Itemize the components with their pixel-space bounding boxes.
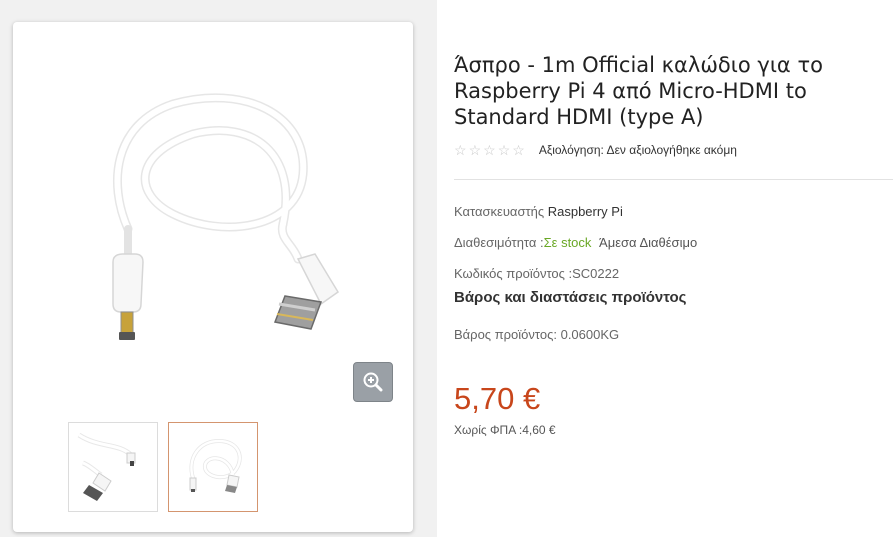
net-price-label: Χωρίς ΦΠΑ :	[454, 423, 523, 437]
rating-row: ☆ ☆ ☆ ☆ ☆ Αξιολόγηση: Δεν αξιολογήθηκε α…	[454, 143, 737, 157]
product-info-panel: Άσπρο - 1m Official καλώδιο για το Raspb…	[437, 0, 893, 537]
product-code-value: SC0222	[572, 266, 620, 281]
product-price: 5,70 €	[454, 381, 541, 416]
weight-row: Βάρος προϊόντος: 0.0600KG	[454, 327, 619, 342]
product-gallery	[13, 22, 413, 532]
product-main-image[interactable]	[53, 64, 353, 354]
gallery-thumbnail-1[interactable]	[68, 422, 158, 512]
divider	[454, 179, 893, 180]
availability-row: Διαθεσιμότητα :Σε stock Άμεσα Διαθέσιμο	[454, 235, 697, 250]
zoom-in-icon	[363, 372, 383, 392]
product-code-label: Κωδικός προϊόντος :	[454, 266, 573, 281]
rating-label: Αξιολόγηση: Δεν αξιολογήθηκε ακόμη	[538, 143, 737, 157]
product-title: Άσπρο - 1m Official καλώδιο για το Raspb…	[454, 53, 823, 129]
net-price-value: 4,60 €	[522, 423, 556, 437]
gallery-thumbnail-2[interactable]	[168, 422, 258, 512]
star-empty-icon: ☆	[483, 142, 496, 158]
cable-thumbnail-1	[77, 432, 136, 501]
zoom-button[interactable]	[353, 362, 393, 402]
availability-note: Άμεσα Διαθέσιμο	[599, 235, 698, 250]
manufacturer-link[interactable]: Raspberry Pi	[548, 204, 623, 219]
star-empty-icon: ☆	[454, 142, 467, 158]
star-empty-icon: ☆	[497, 142, 511, 158]
availability-status: Σε stock	[543, 235, 592, 250]
weight-label: Βάρος προϊόντος:	[454, 327, 557, 342]
specs-heading: Βάρος και διαστάσεις προϊόντος	[454, 289, 687, 306]
star-empty-icon: ☆	[512, 142, 525, 158]
manufacturer-row: Κατασκευαστής Raspberry Pi	[454, 204, 623, 219]
manufacturer-label: Κατασκευαστής	[454, 204, 545, 219]
price-without-vat: Χωρίς ΦΠΑ :4,60 €	[454, 423, 556, 437]
rating-stars[interactable]: ☆ ☆ ☆ ☆ ☆	[454, 143, 525, 157]
hdmi-cable-image	[112, 93, 340, 340]
cable-thumbnail-2	[189, 438, 242, 493]
product-code-row: Κωδικός προϊόντος :SC0222	[454, 266, 619, 281]
weight-value: 0.0600KG	[560, 327, 620, 342]
availability-label: Διαθεσιμότητα :	[454, 235, 544, 250]
star-empty-icon: ☆	[468, 142, 482, 158]
